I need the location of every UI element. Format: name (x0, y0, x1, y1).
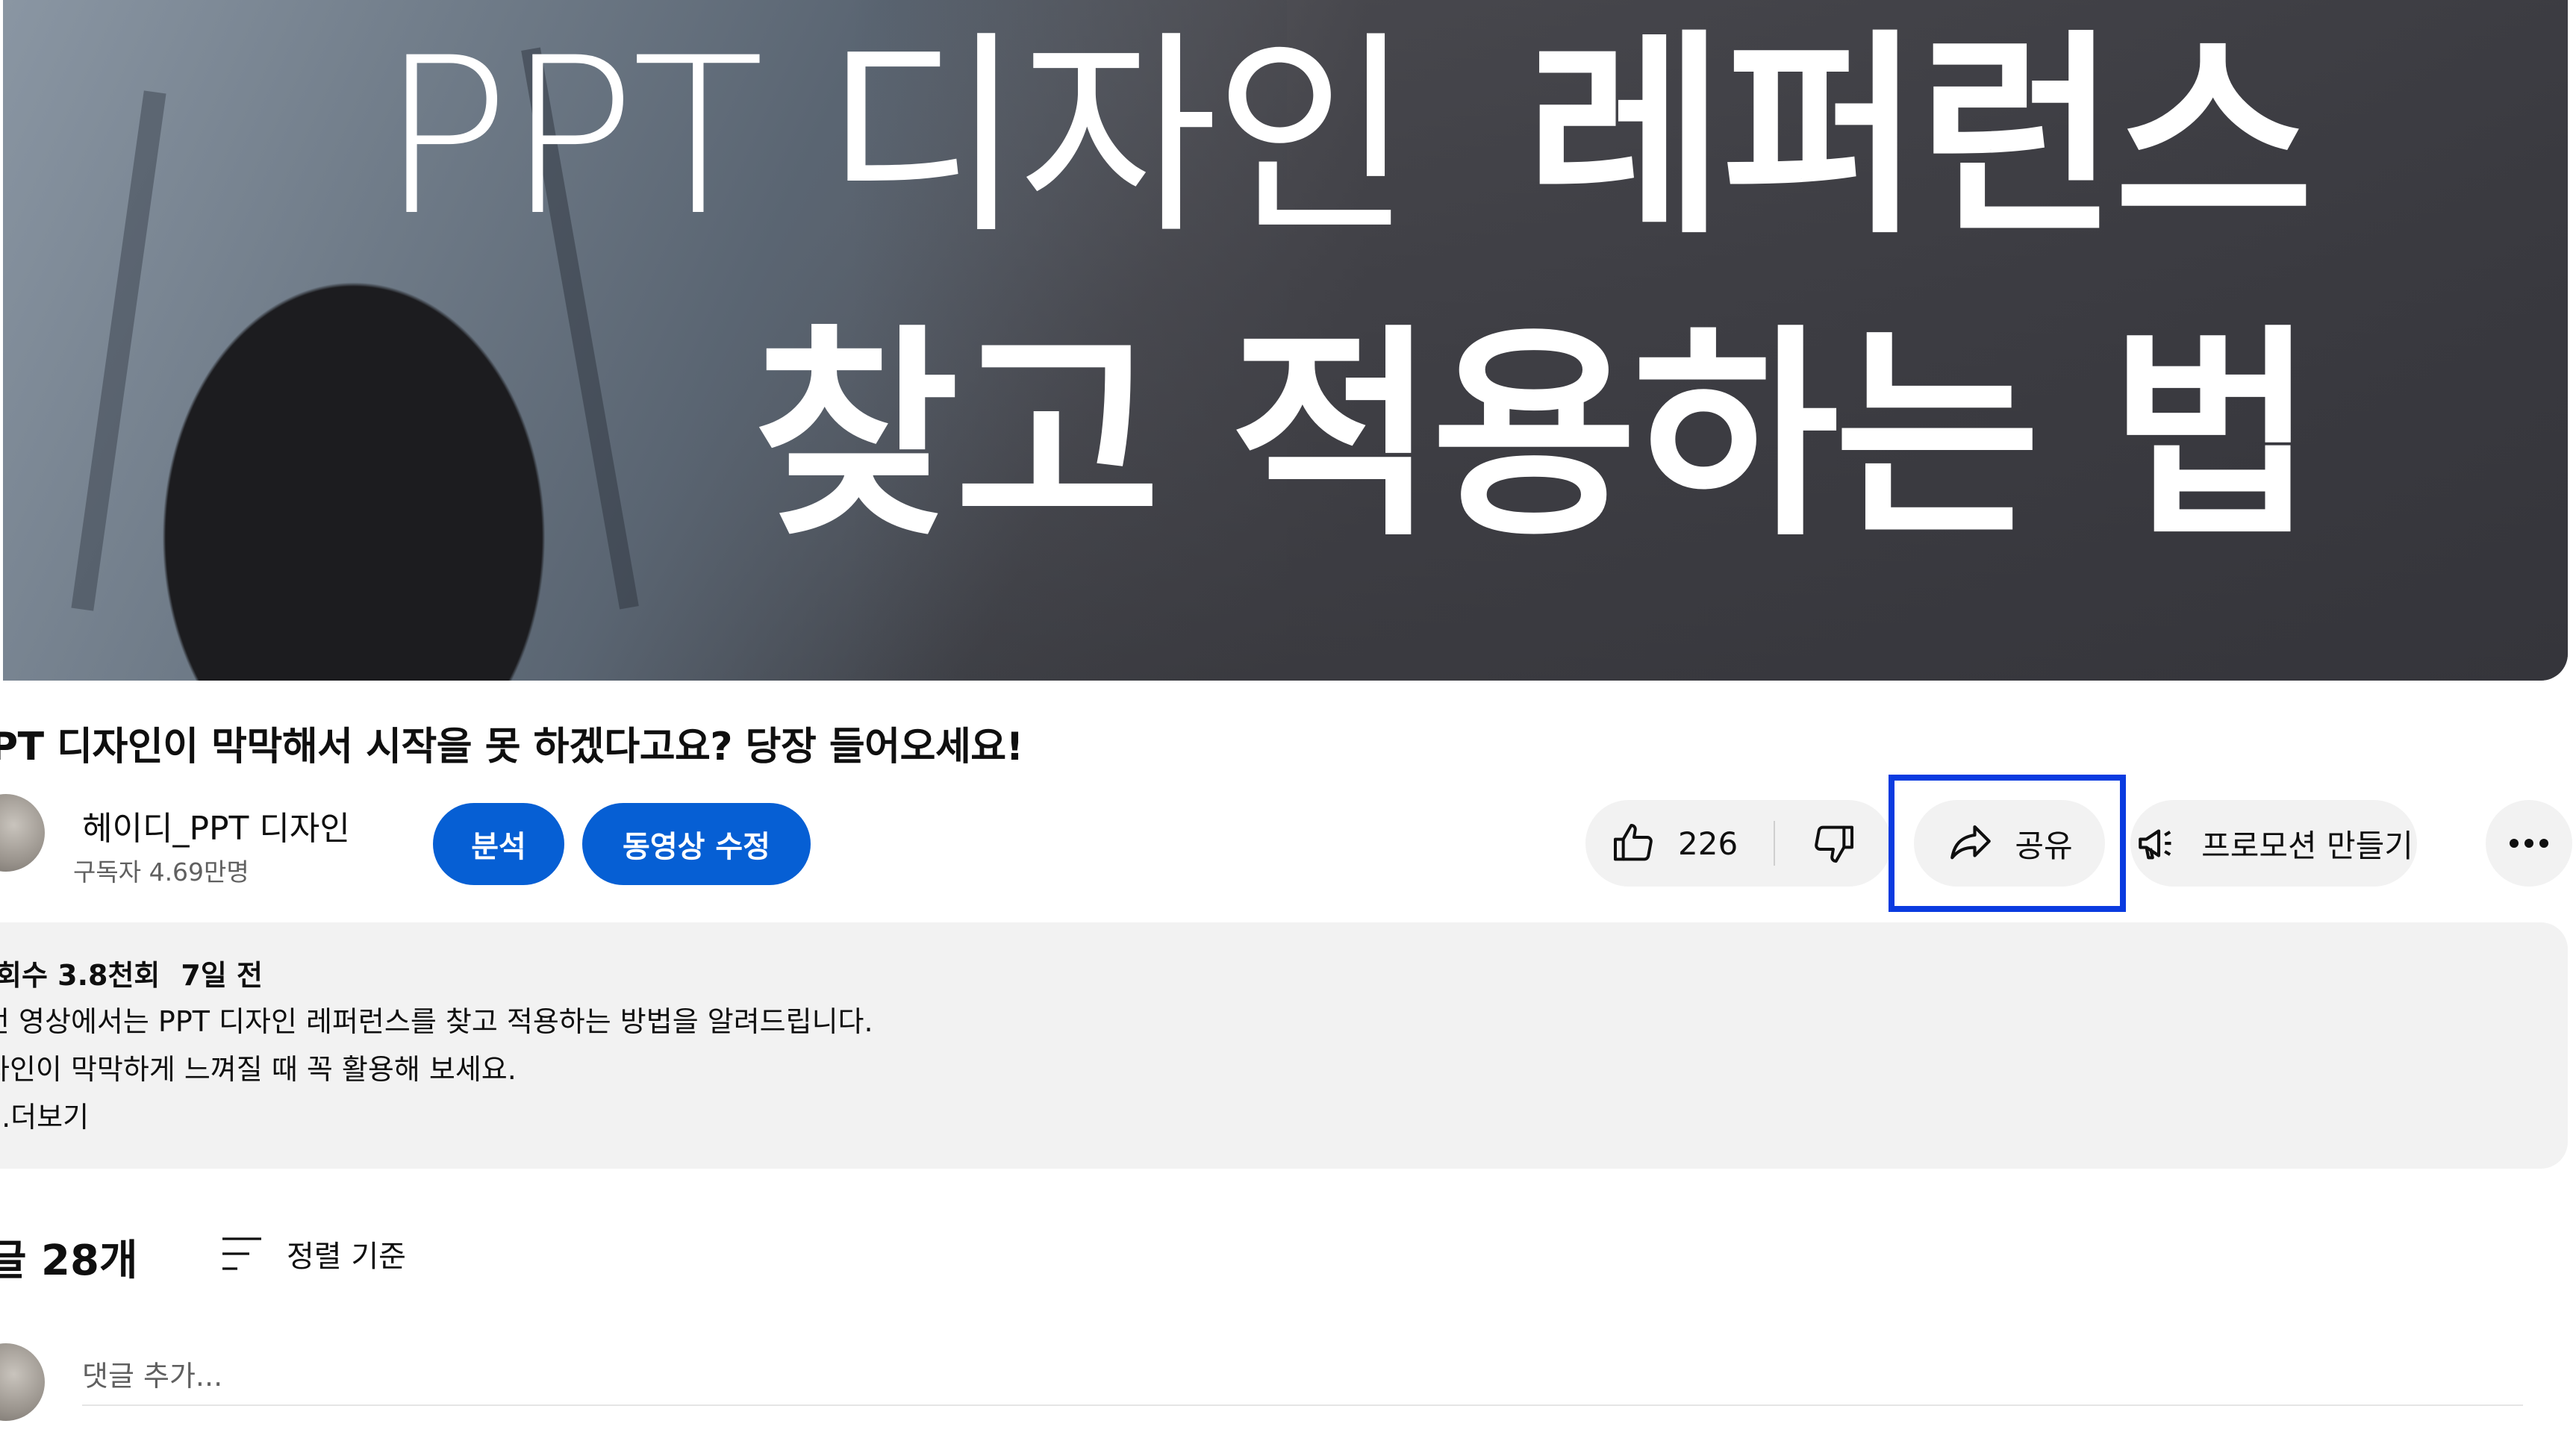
video-title: PT 디자인이 막막해서 시작을 못 하겠다고요? 당장 들어오세요! (0, 725, 1023, 769)
thumbnail-text-bold: 레퍼런스 (1526, 12, 2313, 263)
video-thumbnail[interactable]: PPT 디자인 레퍼런스 찾고 적용하는 법 (3, 0, 2568, 681)
thumbs-down-icon (1815, 825, 1853, 863)
thumbs-up-icon (1614, 824, 1653, 861)
thumbnail-text-light: PPT 디자인 (380, 12, 1412, 263)
edit-video-button[interactable]: 동영상 수정 (582, 803, 811, 885)
dislike-button[interactable] (1777, 800, 1892, 887)
channel-avatar[interactable] (0, 794, 45, 872)
comments-count: 글 28개 (0, 1237, 138, 1285)
description-meta: 회수 3.8천회 7일 전 (0, 952, 263, 993)
description-box[interactable] (0, 922, 2568, 1169)
channel-name[interactable]: 헤이디_PPT 디자인 (82, 801, 350, 849)
show-more-link[interactable]: ..더보기 (0, 1094, 89, 1135)
subscriber-count: 구독자 4.69만명 (73, 857, 249, 887)
like-button[interactable]: 226 (1585, 800, 1772, 887)
like-divider (1774, 821, 1775, 866)
megaphone-icon (2139, 829, 2171, 860)
user-avatar (0, 1343, 45, 1421)
highlight-box (1889, 775, 2126, 912)
like-count: 226 (1678, 825, 1738, 862)
sort-label: 정렬 기준 (287, 1240, 406, 1274)
description-line: 자인이 막막하게 느껴질 때 꼭 활용해 보세요. (0, 1053, 517, 1086)
description-line: 번 영상에서는 PPT 디자인 레퍼런스를 찾고 적용하는 방법을 알려드립니다… (0, 1005, 873, 1038)
comment-input[interactable] (82, 1348, 2523, 1406)
sort-icon (222, 1237, 261, 1270)
sort-button[interactable]: 정렬 기준 (219, 1231, 406, 1276)
more-actions-button[interactable] (2486, 800, 2572, 887)
view-count: 회수 3.8천회 (0, 959, 160, 992)
thumbnail-text-line2: 찾고 적용하는 법 (753, 306, 2315, 566)
promote-label: 프로모션 만들기 (2201, 827, 2413, 864)
like-dislike-group: 226 (1585, 800, 1892, 887)
analytics-button[interactable]: 분석 (433, 803, 564, 885)
promote-button[interactable]: 프로모션 만들기 (2130, 800, 2417, 887)
upload-date: 7일 전 (181, 959, 263, 992)
more-horizontal-icon (2510, 839, 2548, 848)
